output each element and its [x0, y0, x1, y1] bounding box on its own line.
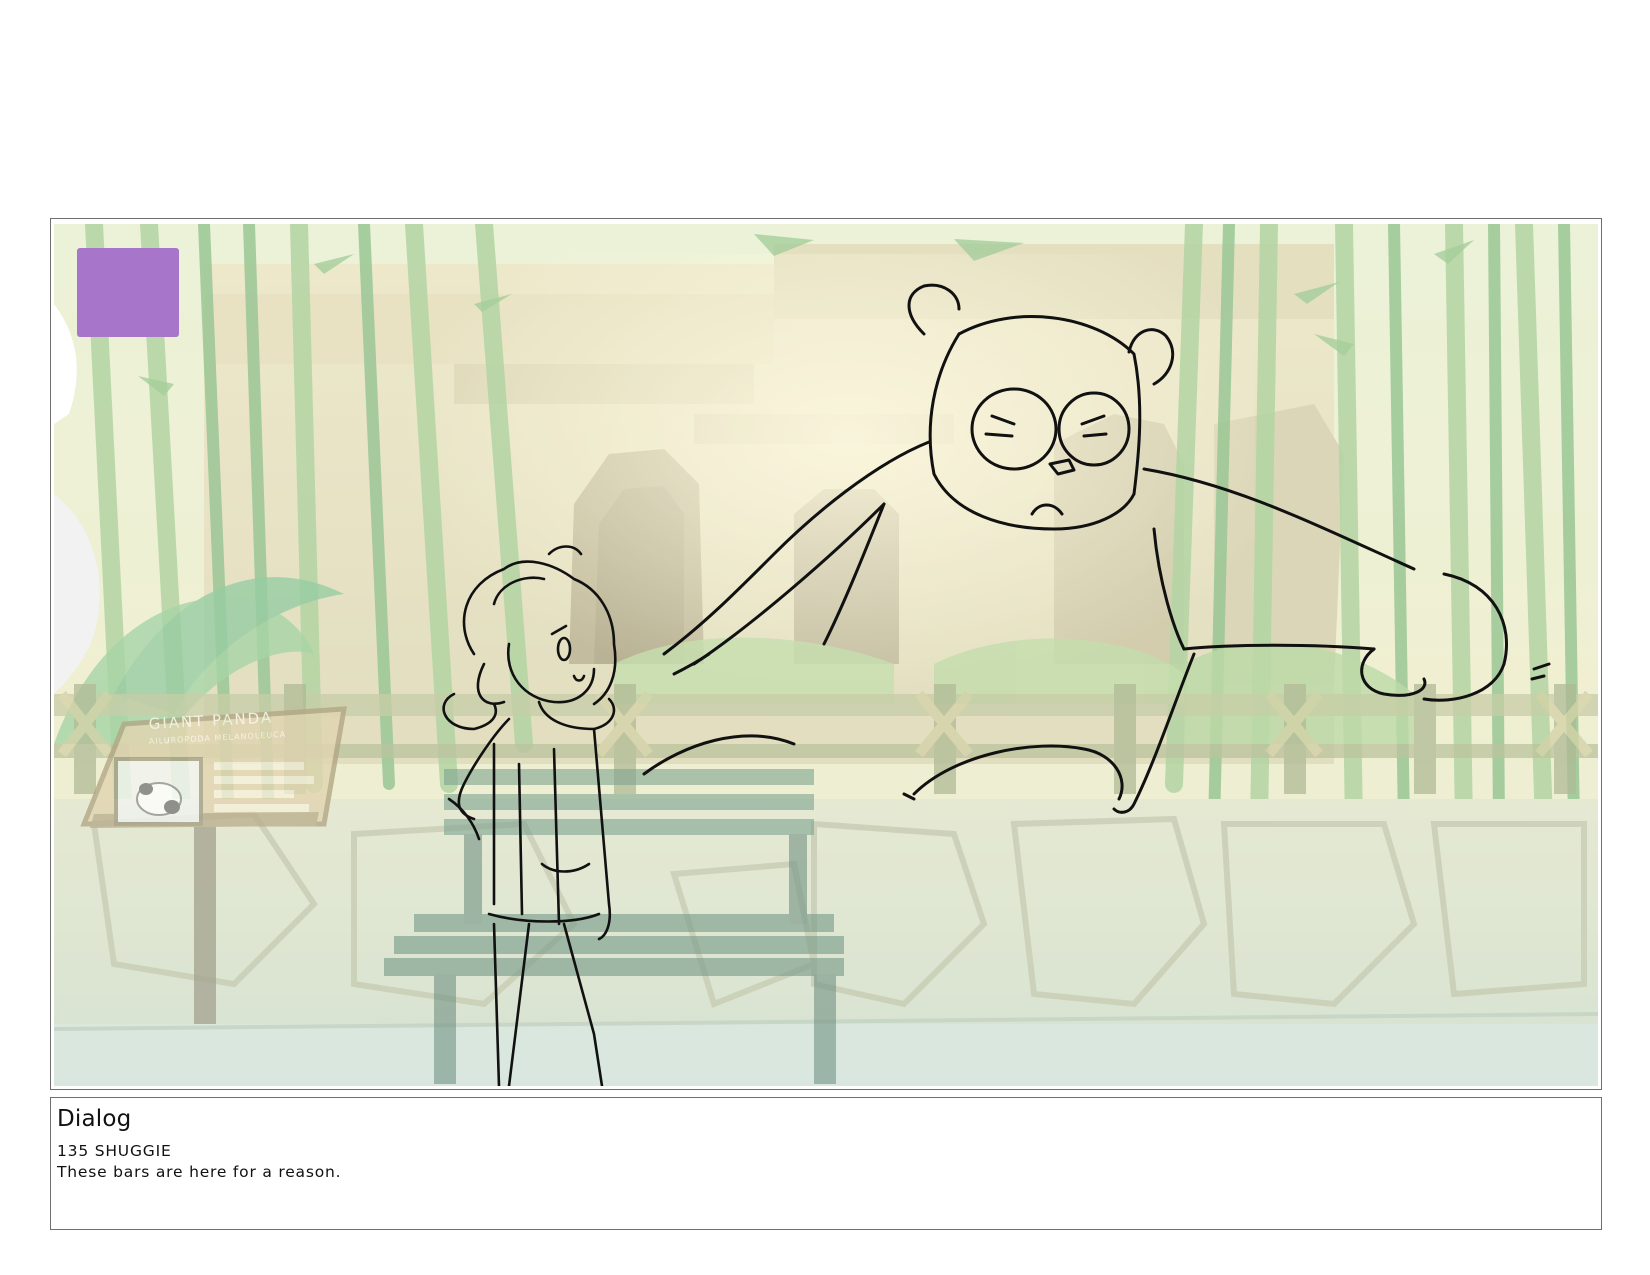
dialog-box: Dialog 135 SHUGGIE These bars are here f…	[50, 1097, 1602, 1230]
storyboard-panel-image: GIANT PANDA AILUROPODA MELANOLEUCA	[54, 224, 1598, 1086]
panel-illustration: GIANT PANDA AILUROPODA MELANOLEUCA	[54, 224, 1598, 1086]
dialog-line: These bars are here for a reason.	[57, 1163, 342, 1181]
dialog-speaker: 135 SHUGGIE	[57, 1142, 172, 1160]
color-marker-swatch	[77, 248, 179, 337]
dialog-heading: Dialog	[57, 1106, 132, 1132]
